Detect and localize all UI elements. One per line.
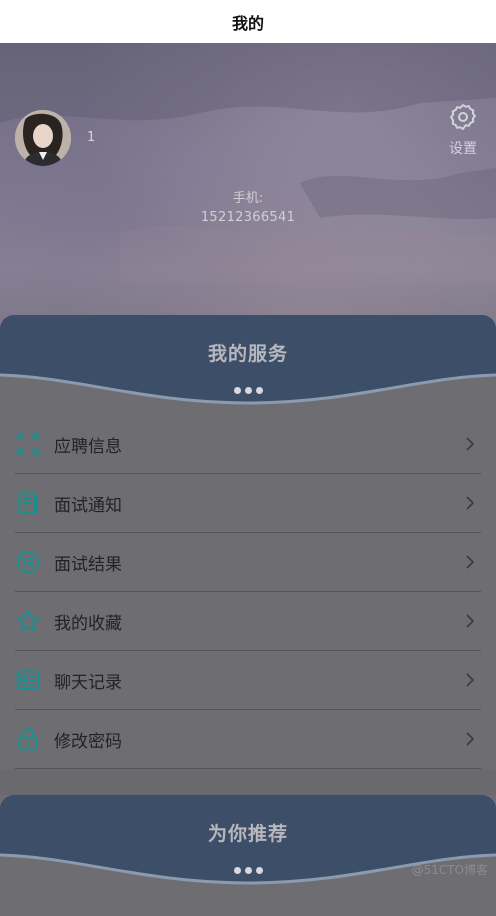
list-item-favorites[interactable]: 我的收藏 <box>15 592 481 651</box>
list-item-interview-result[interactable]: 面试结果 <box>15 533 481 592</box>
list-item-change-password[interactable]: 修改密码 <box>15 710 481 769</box>
phone-label: 手机: <box>232 191 264 206</box>
watermark: @51CTO博客 <box>411 863 488 877</box>
avatar[interactable] <box>15 110 71 166</box>
chevron-right-icon <box>466 555 475 569</box>
section-gap <box>0 769 496 795</box>
document-icon <box>15 490 41 516</box>
recommend-title: 为你推荐 <box>207 823 288 845</box>
list-item-interview-notice[interactable]: 面试通知 <box>15 474 481 533</box>
chevron-right-icon <box>466 732 475 746</box>
services-list: 应聘信息 面试通知 面试结果 我的收藏 聊天记录 修改密码 <box>15 415 481 769</box>
gear-icon <box>449 103 477 131</box>
avatar-image <box>15 110 71 166</box>
list-item-job-application[interactable]: 应聘信息 <box>15 415 481 474</box>
result-icon <box>15 549 41 575</box>
services-header: 我的服务 <box>0 315 496 405</box>
list-item-chat-history[interactable]: 聊天记录 <box>15 651 481 710</box>
chevron-right-icon <box>466 673 475 687</box>
settings-label: 设置 <box>449 141 477 157</box>
username: 1 <box>87 130 96 145</box>
services-title: 我的服务 <box>207 343 288 365</box>
star-icon <box>15 608 41 634</box>
chevron-right-icon <box>466 496 475 510</box>
services-panel: 我的服务 应聘信息 面试通知 面试结果 我的收藏 聊天记录 修改密码 <box>0 315 496 780</box>
list-item-label: 面试通知 <box>54 495 122 516</box>
nav-bar: 我的 <box>0 0 496 43</box>
list-item-label: 修改密码 <box>54 731 122 752</box>
dots-indicator <box>234 867 263 874</box>
chevron-right-icon <box>466 437 475 451</box>
page-title: 我的 <box>231 13 264 33</box>
list-item-label: 面试结果 <box>54 554 122 575</box>
chat-record-icon <box>15 667 41 693</box>
settings-button[interactable]: 设置 <box>445 102 481 158</box>
phone-number: 15212366541 <box>200 210 296 225</box>
list-item-label: 应聘信息 <box>54 436 122 457</box>
recommend-panel: 为你推荐 <box>0 795 496 916</box>
chevron-right-icon <box>466 614 475 628</box>
list-item-label: 我的收藏 <box>54 613 122 634</box>
list-item-label: 聊天记录 <box>54 672 122 693</box>
expand-icon <box>15 431 41 457</box>
dots-indicator <box>234 387 263 394</box>
lock-icon <box>15 726 41 752</box>
